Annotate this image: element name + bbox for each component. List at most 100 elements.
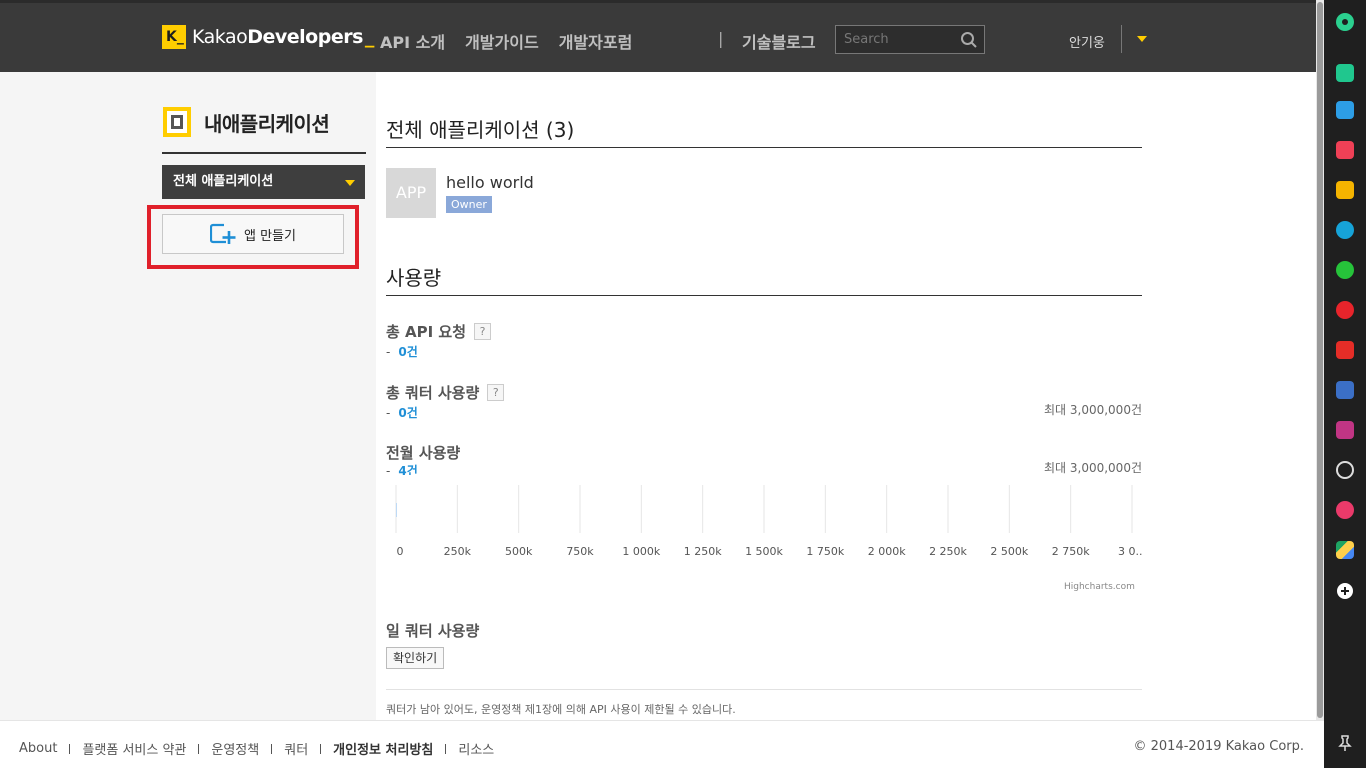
facebook-icon[interactable]	[1336, 381, 1354, 399]
nav-dev-forum[interactable]: 개발자포럼	[559, 29, 633, 53]
plus-icon[interactable]	[1337, 583, 1353, 599]
main-panel	[376, 72, 1316, 720]
add-app-icon	[210, 223, 236, 244]
create-app-label: 앱 만들기	[244, 228, 296, 244]
bell-icon[interactable]	[1336, 64, 1354, 82]
usage-divider	[386, 295, 1142, 296]
footer-separator	[198, 743, 200, 754]
total-quota-usage-value: -0건	[386, 404, 418, 421]
footer-links: About 플랫폼 서비스 약관 운영정책 쿼터 개인정보 처리방침 리소스	[19, 739, 494, 758]
app-filter-label: 전체 애플리케이션	[173, 174, 274, 189]
chart-tick-label: 1 750k	[806, 545, 844, 558]
instagram-icon[interactable]	[1336, 421, 1354, 439]
last-month-usage-label: 전월 사용량	[386, 442, 460, 463]
search-icon[interactable]	[960, 31, 978, 49]
nav-dev-guide[interactable]: 개발가이드	[465, 29, 539, 53]
browser-side-dock	[1324, 0, 1366, 768]
footer-separator	[271, 743, 273, 754]
kakao-developers-logo[interactable]: K_ KakaoDevelopers _	[162, 25, 374, 49]
search-input[interactable]	[836, 26, 952, 53]
chart-tick-label: 1 500k	[745, 545, 783, 558]
clock-icon[interactable]	[1336, 461, 1354, 479]
usage-bar-chart: 0 250k 500k 750k 1 000k 1 250k 1 500k 1 750k 2 0…	[386, 475, 1142, 595]
footer-link-quota[interactable]: 쿼터	[284, 739, 308, 758]
stat-label-text: 총 쿼터 사용량	[386, 384, 480, 402]
usage-heading: 사용량	[386, 266, 442, 290]
app-name-link[interactable]: hello world	[446, 173, 534, 192]
highcharts-credits[interactable]: Highcharts.com	[1064, 582, 1135, 592]
square-app-icon[interactable]	[1336, 261, 1354, 279]
apps-divider	[386, 147, 1142, 148]
footer-link-resources[interactable]: 리소스	[458, 739, 494, 758]
chart-tick-label: 3 0...	[1118, 545, 1142, 558]
note-divider	[386, 689, 1142, 690]
chart-tick-label: 2 000k	[868, 545, 906, 558]
footer-link-privacy[interactable]: 개인정보 처리방침	[333, 739, 433, 758]
top-header: K_ KakaoDevelopers _ API 소개 개발가이드 개발자포럼 |…	[0, 0, 1316, 72]
logo-badge: K_	[162, 25, 186, 49]
pin-icon[interactable]	[1336, 734, 1354, 752]
total-quota-usage-label: 총 쿼터 사용량 ?	[386, 382, 505, 403]
chart-bar[interactable]	[396, 503, 397, 517]
dribbble-icon[interactable]	[1336, 501, 1354, 519]
main-nav: API 소개 개발가이드 개발자포럼	[380, 29, 652, 53]
drive-icon[interactable]	[1336, 541, 1354, 559]
nav-tech-blog[interactable]: 기술블로그	[742, 29, 816, 53]
stat-dash: -	[386, 406, 391, 420]
pocket-icon[interactable]	[1336, 141, 1354, 159]
app-filter-select[interactable]: 전체 애플리케이션	[162, 165, 365, 199]
scrollbar-thumb[interactable]	[1317, 2, 1323, 718]
user-menu-caret-icon[interactable]	[1137, 36, 1147, 42]
total-api-requests-value: -0건	[386, 343, 418, 360]
youtube-icon[interactable]	[1336, 341, 1354, 359]
check-daily-quota-button[interactable]: 확인하기	[386, 647, 445, 669]
chart-tick-label: 750k	[566, 545, 594, 558]
logo-developers: Developers	[247, 26, 363, 48]
user-separator	[1121, 25, 1122, 53]
last-month-max: 최대 3,000,000건	[1043, 461, 1142, 475]
page-scrollbar[interactable]	[1316, 0, 1324, 720]
quota-policy-note: 쿼터가 남아 있어도, 운영정책 제1장에 의해 API 사용이 제한될 수 있…	[386, 703, 736, 716]
footer-link-terms[interactable]: 플랫폼 서비스 약관	[82, 739, 186, 758]
chart-tick-label: 500k	[505, 545, 533, 558]
create-app-button[interactable]: 앱 만들기	[162, 214, 344, 254]
help-icon[interactable]: ?	[487, 384, 505, 401]
footer-link-policy[interactable]: 운영정책	[211, 739, 259, 758]
usage-chart-svg: 0 250k 500k 750k 1 000k 1 250k 1 500k 1 750k 2 0…	[395, 485, 1142, 558]
chart-tick-label: 2 500k	[990, 545, 1028, 558]
chart-tick-label: 1 000k	[622, 545, 660, 558]
circle-app-icon[interactable]	[1336, 13, 1354, 31]
sidebar-divider	[162, 152, 366, 154]
chart-tick-label: 0	[397, 545, 404, 558]
footer-link-about[interactable]: About	[19, 741, 57, 756]
my-app-logo-icon	[163, 107, 191, 137]
apps-heading: 전체 애플리케이션 (3)	[386, 118, 575, 142]
search-box	[835, 25, 985, 54]
stat-label-text: 총 API 요청	[386, 323, 467, 341]
chart-tick-label: 250k	[444, 545, 472, 558]
inbox-icon[interactable]	[1336, 101, 1354, 119]
stat-label-text: 전월 사용량	[386, 444, 461, 462]
stat-dash: -	[386, 345, 391, 359]
footer-separator	[320, 743, 322, 754]
page-footer: About 플랫폼 서비스 약관 운영정책 쿼터 개인정보 처리방침 리소스 ©…	[0, 720, 1324, 768]
logo-kakao: Kakao	[192, 26, 248, 48]
help-icon[interactable]: ?	[474, 323, 492, 340]
sidebar-title-text: 내애플리케이션	[204, 111, 330, 136]
total-api-requests-label: 총 API 요청 ?	[386, 321, 492, 342]
logo-underscore: _	[364, 26, 375, 48]
chart-tick-label: 1 250k	[684, 545, 722, 558]
quota-max: 최대 3,000,000건	[1043, 403, 1142, 417]
copyright: © 2014-2019 Kakao Corp.	[1133, 739, 1305, 754]
star-icon[interactable]	[1336, 181, 1354, 199]
chevron-down-icon	[345, 180, 355, 186]
edge-icon[interactable]	[1336, 221, 1354, 239]
app-thumbnail[interactable]: APP	[386, 168, 436, 218]
music-icon[interactable]	[1336, 301, 1354, 319]
nav-api-intro[interactable]: API 소개	[380, 29, 445, 53]
user-name[interactable]: 안기웅	[1069, 32, 1105, 51]
stat-value: 0건	[398, 345, 418, 359]
chart-tick-label: 2 250k	[929, 545, 967, 558]
sidebar-title: 내애플리케이션	[162, 106, 330, 138]
owner-badge: Owner	[446, 196, 492, 213]
